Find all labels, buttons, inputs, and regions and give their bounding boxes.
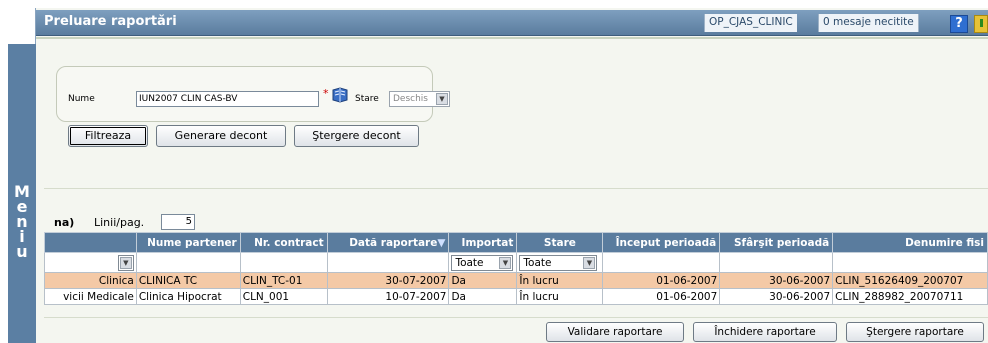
imported-filter-select[interactable]: Toate ▼ [451,254,514,271]
col-header-report-date[interactable]: Dată raportare▼ [326,232,450,253]
state-label: Stare [355,94,379,104]
filter-cell [135,252,241,273]
table-cell: CLIN_288982_20070711 [832,288,988,305]
table-cell: Clinica [44,272,137,289]
filter-cell [326,252,450,273]
title-separator [36,37,988,39]
table-cell: Da [448,272,518,289]
chevron-down-icon[interactable]: ▼ [119,256,132,269]
close-report-button[interactable]: Închidere raportare [693,322,837,342]
col-header-contract[interactable]: Nr. contract [239,232,328,253]
filter-button[interactable]: Filtreaza [68,125,148,147]
state-filter-value: Toate [523,256,552,269]
table-row[interactable]: vicii Medicale Clinica Hipocrat CLN_001 … [44,288,988,305]
sort-desc-icon[interactable]: ▼ [437,237,445,249]
table-cell: 30-06-2007 [719,272,834,289]
table-bottom-divider [44,317,988,318]
filter-cell [832,252,988,273]
table-cell: CLIN_51626409_200707 [832,272,988,289]
rows-per-page-input[interactable]: 5 [161,214,195,230]
state-select[interactable]: Deschis ▼ [389,91,450,107]
table-cell: 01-06-2007 [602,288,721,305]
user-name: OP_CJAS_CLINIC [704,14,797,32]
col-header-report-date-label: Dată raportare [349,236,438,249]
section-divider [44,188,988,189]
col-header-imported[interactable]: Importat [448,232,518,253]
col-header-partner[interactable]: Nume partener [135,232,241,253]
book-lookup-icon[interactable] [331,87,349,103]
menu-top-cap [8,8,36,44]
table-cell: 30-07-2007 [326,272,450,289]
chevron-down-icon[interactable]: ▼ [436,93,448,105]
name-input[interactable]: IUN2007 CLIN CAS-BV [136,91,319,107]
filter-cell: Toate ▼ [516,252,604,273]
table-cell: CLN_001 [239,288,328,305]
column-filter-select[interactable]: ▼ [117,254,134,271]
page-title: Preluare raportări [44,14,177,29]
generate-settlement-button[interactable]: Generare decont [156,125,286,147]
alert-icon[interactable] [974,15,988,33]
state-filter-select[interactable]: Toate ▼ [519,254,598,271]
col-header[interactable] [44,232,137,253]
chevron-down-icon[interactable]: ▼ [583,256,596,269]
table-cell: Da [448,288,518,305]
name-label: Nume [68,94,95,104]
chevron-down-icon[interactable]: ▼ [499,256,512,269]
pager-prefix: na) [54,216,75,229]
delete-report-button[interactable]: Ştergere raportare [846,322,984,342]
table-cell: vicii Medicale [44,288,137,305]
col-header-state[interactable]: Stare [516,232,604,253]
table-header: Nume partener Nr. contract Dată raportar… [44,232,988,253]
required-marker: * [323,87,329,100]
table-cell: 30-06-2007 [719,288,834,305]
table-cell: CLINICA TC [135,272,241,289]
state-value: Deschis [393,94,428,104]
table-cell: CLIN_TC-01 [239,272,328,289]
table-cell: În lucru [516,288,604,305]
filter-cell [239,252,328,273]
col-header-period-end[interactable]: Sfârşit perioadă [719,232,834,253]
rows-per-page-label: Linii/pag. [94,216,145,229]
table-cell: 10-07-2007 [326,288,450,305]
imported-filter-value: Toate [455,256,484,269]
top-strip [0,0,988,8]
table-cell: În lucru [516,272,604,289]
help-icon[interactable]: ? [950,15,968,33]
filter-cell: ▼ [44,252,137,273]
validate-report-button[interactable]: Validare raportare [546,322,684,342]
unread-messages[interactable]: 0 mesaje necitite [818,14,919,32]
col-header-period-start[interactable]: Început perioadă [602,232,721,253]
table-cell: 01-06-2007 [602,272,721,289]
reports-table: Nume partener Nr. contract Dată raportar… [44,232,988,305]
filter-panel: Nume IUN2007 CLIN CAS-BV * Stare Deschis… [56,66,450,122]
filter-cell [602,252,721,273]
table-cell: Clinica Hipocrat [135,288,241,305]
table-row[interactable]: Clinica CLINICA TC CLIN_TC-01 30-07-2007… [44,272,988,289]
title-bar: Preluare raportări OP_CJAS_CLINIC 0 mesa… [36,10,988,36]
left-margin [0,8,8,343]
menu-label[interactable]: M e n i u [8,184,36,260]
col-header-file-name[interactable]: Denumire fisi [832,232,988,253]
side-menu[interactable]: M e n i u [8,8,36,343]
filter-cell [719,252,834,273]
filter-cell: Toate ▼ [448,252,518,273]
delete-settlement-button[interactable]: Ştergere decont [294,125,419,147]
filter-row: ▼ Toate ▼ Toate ▼ [44,252,988,273]
